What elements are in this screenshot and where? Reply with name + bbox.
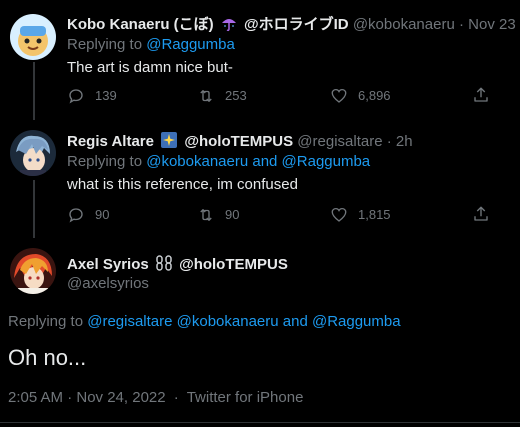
tweet-text: what is this reference, im confused: [67, 176, 298, 193]
tag[interactable]: @holoTEMPUS: [184, 133, 293, 150]
reply-button[interactable]: 90: [67, 205, 109, 225]
handle[interactable]: @kobokanaeru: [353, 16, 455, 33]
reply-count: 90: [95, 207, 110, 222]
replying-to: Replying to @Raggumba: [67, 36, 235, 54]
tweet-header: Kobo Kanaeru (こぼ) @ホロライブID @kobokanaeru …: [67, 14, 516, 34]
like-button[interactable]: 6,896: [330, 86, 391, 106]
timestamp[interactable]: 2h: [396, 133, 413, 150]
separator-dot: ·: [173, 389, 179, 406]
share-icon: [474, 206, 488, 221]
retweet-count: 253: [225, 88, 247, 103]
action-bar: 90 90 1,815: [67, 205, 492, 225]
tweet-meta: 2:05 AM · Nov 24, 2022 · Twitter for iPh…: [8, 389, 303, 407]
main-timestamp[interactable]: 2:05 AM · Nov 24, 2022: [8, 389, 166, 406]
avatar-axel[interactable]: [10, 248, 56, 294]
like-count: 6,896: [358, 88, 391, 103]
reply-count: 139: [95, 88, 117, 103]
replying-prefix: Replying to: [67, 153, 143, 170]
tag[interactable]: @holoTEMPUS: [179, 256, 288, 273]
replying-to: Replying to @regisaltare @kobokanaeru an…: [8, 313, 401, 331]
like-count: 1,815: [358, 207, 391, 222]
separator-dot: ·: [386, 133, 392, 150]
timestamp[interactable]: Nov 23: [468, 16, 516, 33]
heart-icon: [331, 88, 347, 103]
tweet-text: The art is damn nice but-: [67, 59, 233, 76]
display-name[interactable]: Regis Altare: [67, 133, 154, 150]
thread-connector: [33, 180, 35, 238]
replying-to-link[interactable]: @kobokanaeru and @Raggumba: [146, 153, 370, 170]
reply-icon: [69, 208, 83, 223]
replying-prefix: Replying to: [67, 36, 143, 53]
replying-to-link[interactable]: @Raggumba: [146, 36, 235, 53]
sparkle-badge-icon: [160, 131, 178, 149]
reply-icon: [69, 89, 83, 104]
avatar-regis[interactable]: [10, 130, 56, 176]
retweet-count: 90: [225, 207, 240, 222]
replying-prefix: Replying to: [8, 313, 84, 330]
like-button[interactable]: 1,815: [330, 205, 391, 225]
retweet-button[interactable]: 253: [197, 86, 247, 106]
display-name[interactable]: Kobo Kanaeru (こぼ): [67, 16, 214, 33]
tag[interactable]: @ホロライブID: [244, 16, 349, 33]
heart-icon: [331, 207, 347, 222]
chain-icon: [155, 254, 173, 272]
retweet-icon: [200, 209, 212, 221]
avatar-kobo[interactable]: [10, 14, 56, 60]
share-icon: [474, 87, 488, 102]
thread-connector: [33, 62, 35, 120]
tweet-header: Regis Altare @holoTEMPUS @regisaltare · …: [67, 131, 413, 151]
handle[interactable]: @axelsyrios: [67, 275, 149, 293]
action-bar: 139 253 6,896: [67, 86, 492, 106]
share-button[interactable]: [472, 205, 490, 228]
separator-dot: ·: [458, 16, 464, 33]
divider: [0, 422, 520, 423]
tweet-header: Axel Syrios @holoTEMPUS: [67, 254, 288, 274]
umbrella-icon: [220, 14, 238, 32]
handle[interactable]: @regisaltare: [297, 133, 382, 150]
reply-button[interactable]: 139: [67, 86, 117, 106]
display-name[interactable]: Axel Syrios: [67, 256, 149, 273]
main-tweet-text: Oh no...: [8, 345, 87, 370]
replying-to: Replying to @kobokanaeru and @Raggumba: [67, 153, 370, 171]
retweet-icon: [200, 90, 212, 102]
replying-to-link[interactable]: @regisaltare @kobokanaeru and @Raggumba: [87, 313, 400, 330]
tweet-source[interactable]: Twitter for iPhone: [187, 389, 304, 406]
retweet-button[interactable]: 90: [197, 205, 239, 225]
share-button[interactable]: [472, 86, 490, 109]
